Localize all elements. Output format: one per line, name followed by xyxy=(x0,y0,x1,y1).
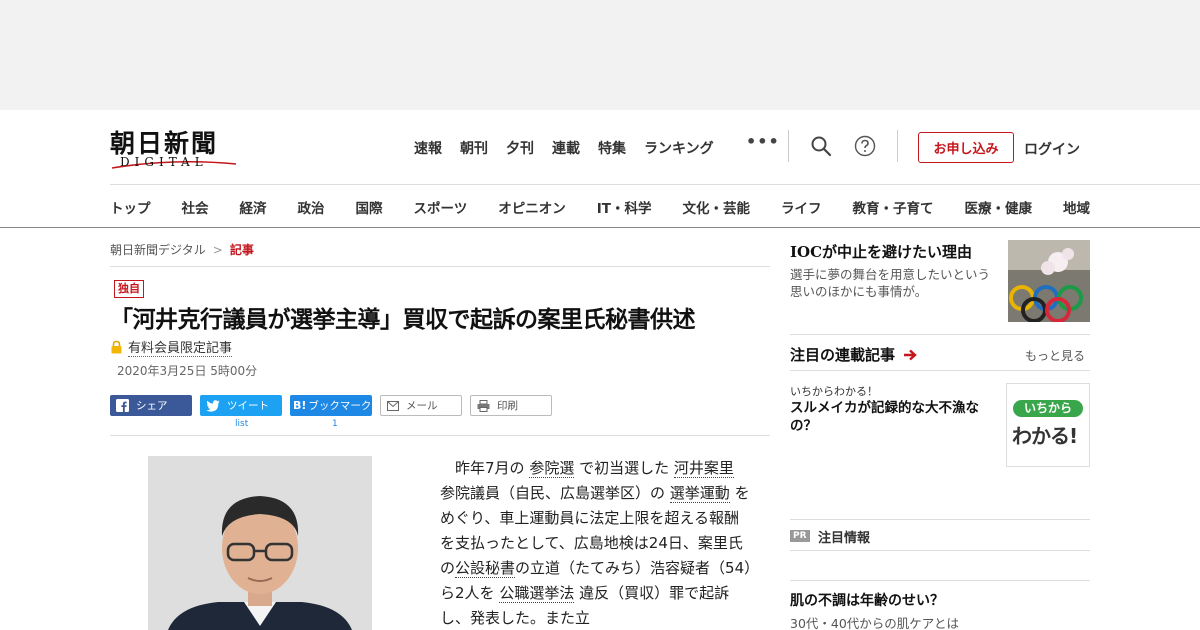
publish-date: 2020年3月25日 5時00分 xyxy=(117,364,258,378)
series-article-title[interactable]: スルメイカが記録的な大不漁なの？ xyxy=(790,399,995,435)
cat-culture[interactable]: 文化・芸能 xyxy=(682,197,750,217)
print-label: 印刷 xyxy=(497,400,518,412)
hatena-label: ブックマーク xyxy=(308,400,372,412)
mail-share-button[interactable]: メール xyxy=(380,395,462,416)
divider xyxy=(897,130,898,162)
divider xyxy=(790,370,1090,371)
divider xyxy=(110,266,770,267)
article-photo[interactable] xyxy=(148,456,372,630)
hatena-count[interactable]: 1 xyxy=(332,419,338,429)
breadcrumb-current: 記事 xyxy=(229,243,254,257)
feature-description: 選手に夢の舞台を用意したいという思いのほかにも事情が。 xyxy=(790,267,991,299)
term-link-koshokusenkyoho[interactable]: 公職選挙法 xyxy=(499,584,575,603)
login-link[interactable]: ログイン xyxy=(1024,139,1080,159)
pr-heading: 注目情報 xyxy=(818,531,871,546)
header-divider xyxy=(110,184,1200,185)
logo-top-pill: いちから xyxy=(1013,400,1083,417)
logo-bottom-text: わかる! xyxy=(1012,424,1078,448)
cat-international[interactable]: 国際 xyxy=(356,197,383,217)
paid-member-label: 有料会員限定記事 xyxy=(110,337,233,357)
cat-opinion[interactable]: オピニオン xyxy=(498,197,566,217)
body-text-2: で初当選した xyxy=(579,459,670,477)
olympic-rings-image xyxy=(1008,240,1090,322)
portrait-image xyxy=(148,456,372,630)
site-header: 朝日新聞 DIGITAL 速報 朝刊 夕刊 連載 特集 ランキング ••• お申… xyxy=(0,110,1200,228)
pr-tag: PR xyxy=(790,530,810,542)
hatena-icon: B! xyxy=(293,399,307,412)
article-body: 昨年7月の 参院選 で初当選した 河井案里 参院議員（自民、広島選挙区）の 選挙… xyxy=(440,456,752,630)
arrow-right-icon xyxy=(904,349,918,361)
breadcrumb-separator: > xyxy=(212,243,223,257)
divider xyxy=(790,334,1090,335)
divider xyxy=(110,435,770,436)
term-link-kawai-anri[interactable]: 河井案里 xyxy=(673,459,734,478)
body-text-3: 参院議員（自民、広島選挙区）の xyxy=(440,484,666,502)
print-icon xyxy=(477,399,490,412)
ichikara-wakaru-logo[interactable]: いちから わかる! xyxy=(1006,383,1090,467)
cat-sports[interactable]: スポーツ xyxy=(414,197,468,217)
tweet-count[interactable]: list xyxy=(235,419,248,429)
nav-item-ranking[interactable]: ランキング xyxy=(644,138,714,158)
cat-it-science[interactable]: IT・科学 xyxy=(597,197,652,217)
nav-item-yukan[interactable]: 夕刊 xyxy=(506,138,534,158)
facebook-icon xyxy=(116,399,129,412)
cat-health[interactable]: 医療・健康 xyxy=(964,197,1032,217)
divider xyxy=(790,550,1090,551)
nav-item-rensai[interactable]: 連載 xyxy=(552,138,580,158)
mail-icon xyxy=(387,400,399,411)
term-link-sanin[interactable]: 参院選 xyxy=(529,459,575,478)
cat-education[interactable]: 教育・子育て xyxy=(852,197,933,217)
site-logo[interactable]: 朝日新聞 DIGITAL xyxy=(110,124,240,170)
tweet-label: ツイート xyxy=(227,400,269,412)
logo-digital: DIGITAL xyxy=(120,155,208,169)
lock-icon xyxy=(111,340,122,354)
promo-title[interactable]: 肌の不調は年齢のせい？ xyxy=(790,590,944,610)
cat-society[interactable]: 社会 xyxy=(182,197,209,217)
feature-image[interactable] xyxy=(1008,240,1090,322)
divider xyxy=(790,519,1090,520)
cat-life[interactable]: ライフ xyxy=(781,197,822,217)
help-icon[interactable] xyxy=(854,135,876,157)
divider xyxy=(788,130,789,162)
search-icon[interactable] xyxy=(810,135,832,157)
featured-series-label: 注目の連載記事 xyxy=(790,346,896,364)
article-headline: 「河井克行議員が選挙主導」買収で起訴の案里氏秘書供述 xyxy=(110,307,696,333)
see-more-link[interactable]: もっと見る xyxy=(1025,347,1085,364)
term-link-senkyo-undo[interactable]: 選挙運動 xyxy=(669,484,730,503)
nav-item-sokuho[interactable]: 速報 xyxy=(414,138,442,158)
hatena-bookmark-button[interactable]: B! ブックマーク xyxy=(290,395,372,416)
cat-top[interactable]: トップ xyxy=(110,197,151,217)
nav-item-chokan[interactable]: 朝刊 xyxy=(460,138,488,158)
term-link-kosetsu-hisho[interactable]: 公設秘書 xyxy=(455,559,516,578)
more-menu-button[interactable]: ••• xyxy=(746,132,780,151)
breadcrumb-home[interactable]: 朝日新聞デジタル xyxy=(110,243,206,257)
cat-economy[interactable]: 経済 xyxy=(240,197,267,217)
paid-member-text[interactable]: 有料会員限定記事 xyxy=(128,337,233,357)
featured-series-heading[interactable]: 注目の連載記事 xyxy=(790,344,918,365)
divider xyxy=(790,580,1090,581)
promo-description: 30代・40代からの肌ケアとは xyxy=(790,616,960,630)
print-button[interactable]: 印刷 xyxy=(470,395,552,416)
breadcrumb: 朝日新聞デジタル > 記事 xyxy=(110,241,254,258)
series-kicker: いちからわかる！ xyxy=(790,385,878,398)
facebook-share-label: シェア xyxy=(136,400,168,412)
feature-title[interactable]: IOCが中止を避けたい理由 xyxy=(790,241,972,262)
body-text-1: 昨年7月の xyxy=(455,459,525,477)
twitter-icon xyxy=(206,399,220,412)
exclusive-badge: 独自 xyxy=(114,280,144,298)
mail-label: メール xyxy=(406,400,438,412)
nav-item-tokushu[interactable]: 特集 xyxy=(598,138,626,158)
facebook-share-button[interactable]: シェア xyxy=(110,395,192,416)
category-nav: トップ 社会 経済 政治 国際 スポーツ オピニオン IT・科学 文化・芸能 ラ… xyxy=(110,197,1090,217)
cat-region[interactable]: 地域 xyxy=(1063,197,1090,217)
ad-banner-area xyxy=(0,0,1200,110)
cat-politics[interactable]: 政治 xyxy=(298,197,325,217)
main-nav: 速報 朝刊 夕刊 連載 特集 ランキング xyxy=(414,138,732,158)
subscribe-button[interactable]: お申し込み xyxy=(918,132,1014,163)
tweet-button[interactable]: ツイート xyxy=(200,395,282,416)
